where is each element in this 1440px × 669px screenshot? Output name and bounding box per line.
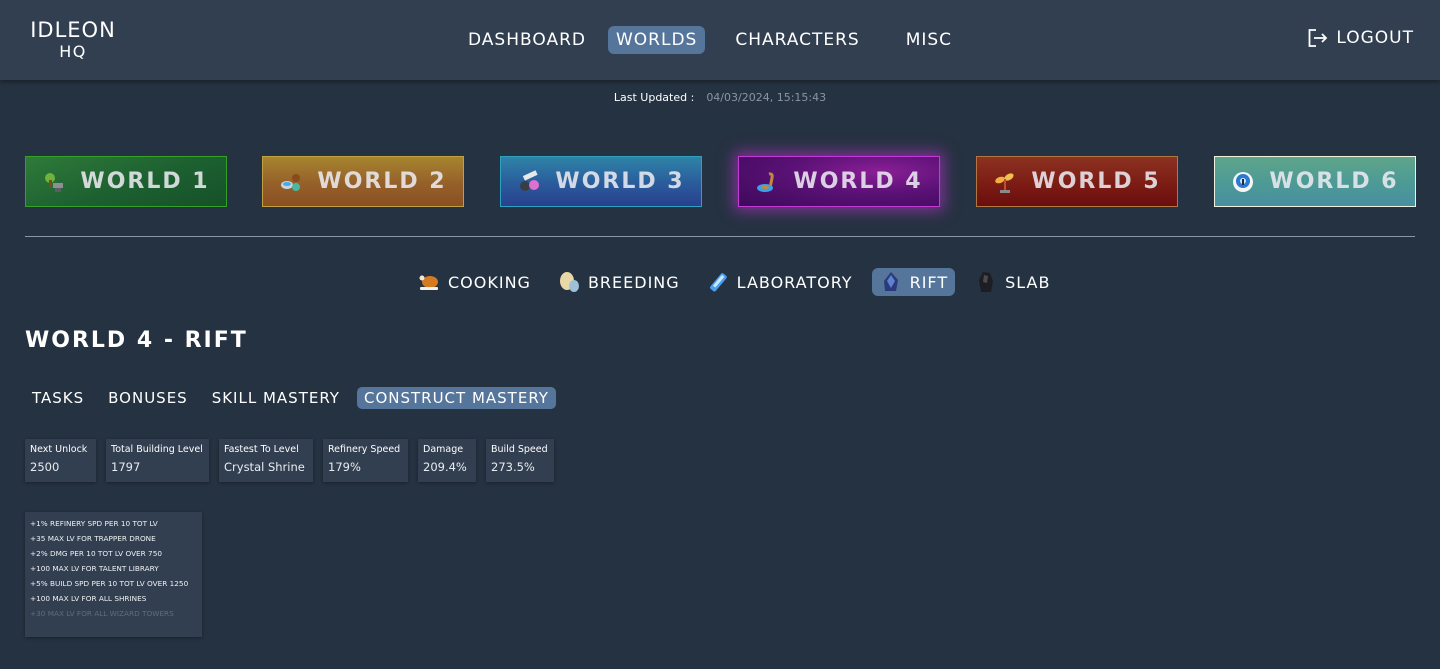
app-logo[interactable]: IDLEON HQ: [26, 20, 120, 60]
stat-title: Next Unlock: [30, 444, 88, 455]
world-2-label: WORLD 2: [317, 169, 447, 194]
last-updated-value: 04/03/2024, 15:15:43: [706, 91, 827, 104]
vial-icon: [709, 273, 727, 292]
world-5-label: WORLD 5: [1031, 169, 1161, 194]
bonus-item: +1% REFINERY SPD PER 10 TOT LV: [30, 519, 158, 528]
stat-value: 273.5%: [491, 460, 535, 474]
construct-bonus-list: +1% REFINERY SPD PER 10 TOT LV +35 MAX L…: [25, 512, 202, 637]
subnav-breeding-label: BREEDING: [587, 272, 680, 292]
tab-bonuses[interactable]: BONUSES: [101, 387, 195, 409]
world-2-button[interactable]: WORLD 2: [262, 156, 464, 207]
bonus-item-locked: +30 MAX LV FOR ALL WIZARD TOWERS: [30, 609, 174, 618]
world-4-label: WORLD 4: [793, 169, 923, 194]
tab-tasks[interactable]: TASKS: [25, 387, 91, 409]
world-3-button[interactable]: WORLD 3: [500, 156, 702, 207]
logout-icon: [1308, 29, 1328, 47]
sprout-icon: [995, 172, 1015, 193]
nav-worlds[interactable]: WORLDS: [607, 26, 706, 54]
bonus-item: +100 MAX LV FOR TALENT LIBRARY: [30, 564, 159, 573]
subnav-cooking-label: COOKING: [448, 272, 531, 292]
slab-stone-icon: [979, 272, 994, 292]
logo-subtitle: HQ: [59, 42, 87, 61]
stat-title: Damage: [423, 444, 464, 455]
stat-card-next-unlock: Next Unlock 2500: [25, 439, 96, 482]
rift-crystal-icon: [883, 272, 898, 291]
nav-dashboard[interactable]: DASHBOARD: [460, 26, 594, 54]
stat-title: Refinery Speed: [328, 444, 401, 455]
stat-value: 209.4%: [423, 460, 467, 474]
world-6-label: WORLD 6: [1269, 169, 1399, 194]
world-selector: WORLD 1 WORLD 2 WORLD 3 WORLD 4 WORLD 5: [25, 156, 1416, 208]
subnav-rift[interactable]: RIFT: [871, 268, 956, 296]
stat-title: Total Building Level: [111, 444, 203, 455]
world-5-button[interactable]: WORLD 5: [976, 156, 1178, 207]
nav-misc[interactable]: MISC: [898, 26, 960, 54]
logout-button[interactable]: LOGOUT: [1308, 28, 1414, 48]
top-app-bar: IDLEON HQ DASHBOARD WORLDS CHARACTERS MI…: [0, 0, 1440, 80]
bonus-item: +5% BUILD SPD PER 10 TOT LV OVER 1250: [30, 579, 189, 588]
subnav-slab[interactable]: SLAB: [973, 268, 1057, 296]
stat-value: Crystal Shrine: [224, 460, 305, 474]
stat-value: 1797: [111, 460, 141, 474]
stat-card-damage: Damage 209.4%: [418, 439, 476, 482]
subnav-slab-label: SLAB: [1005, 272, 1051, 292]
last-updated: Last Updated : 04/03/2024, 15:15:43: [0, 91, 1440, 104]
subnav-laboratory-label: LABORATORY: [736, 272, 853, 292]
tab-skill-mastery[interactable]: SKILL MASTERY: [205, 387, 347, 409]
bonus-item: +100 MAX LV FOR ALL SHRINES: [30, 594, 147, 603]
construction-icon: [520, 169, 540, 191]
world-1-label: WORLD 1: [80, 169, 210, 194]
eggs-icon: [559, 272, 579, 292]
world-3-label: WORLD 3: [555, 169, 685, 194]
stat-value: 2500: [30, 460, 60, 474]
subnav-rift-label: RIFT: [909, 272, 949, 292]
bonus-item: +2% DMG PER 10 TOT LV OVER 750: [30, 549, 162, 558]
stat-title: Fastest To Level: [224, 444, 299, 455]
section-divider: [25, 236, 1415, 237]
eye-orb-icon: [1233, 171, 1254, 192]
stat-card-total-building-level: Total Building Level 1797: [106, 439, 209, 482]
bonus-item: +35 MAX LV FOR TRAPPER DRONE: [30, 534, 156, 543]
roast-chicken-icon: [419, 275, 438, 290]
world-4-button[interactable]: WORLD 4: [738, 156, 940, 207]
page-title: WORLD 4 - RIFT: [25, 328, 248, 353]
construct-stats: Next Unlock 2500 Total Building Level 17…: [25, 439, 564, 482]
nav-characters[interactable]: CHARACTERS: [727, 26, 867, 54]
stat-value: 179%: [328, 460, 361, 474]
cooking-pot-icon: [757, 171, 775, 192]
stat-card-build-speed: Build Speed 273.5%: [486, 439, 554, 482]
subnav-breeding[interactable]: BREEDING: [556, 268, 687, 296]
main-nav: DASHBOARD WORLDS CHARACTERS MISC: [460, 25, 974, 55]
world-1-button[interactable]: WORLD 1: [25, 156, 227, 207]
logout-label: LOGOUT: [1336, 28, 1414, 48]
stat-card-fastest-to-level: Fastest To Level Crystal Shrine: [219, 439, 313, 482]
last-updated-label: Last Updated :: [613, 91, 695, 104]
logo-title: IDLEON: [30, 18, 116, 42]
tab-construct-mastery[interactable]: CONSTRUCT MASTERY: [356, 387, 556, 409]
anvil-tree-icon: [45, 172, 64, 192]
alchemy-icon: [281, 173, 301, 191]
stat-card-refinery-speed: Refinery Speed 179%: [323, 439, 408, 482]
world-6-button[interactable]: WORLD 6: [1214, 156, 1416, 207]
world-subnav: COOKING BREEDING LABORATORY RIFT SLAB: [416, 267, 1075, 297]
subnav-laboratory[interactable]: LABORATORY: [705, 268, 860, 296]
subnav-cooking[interactable]: COOKING: [416, 268, 538, 296]
rift-tabs: TASKS BONUSES SKILL MASTERY CONSTRUCT MA…: [25, 386, 566, 410]
stat-title: Build Speed: [491, 444, 548, 455]
